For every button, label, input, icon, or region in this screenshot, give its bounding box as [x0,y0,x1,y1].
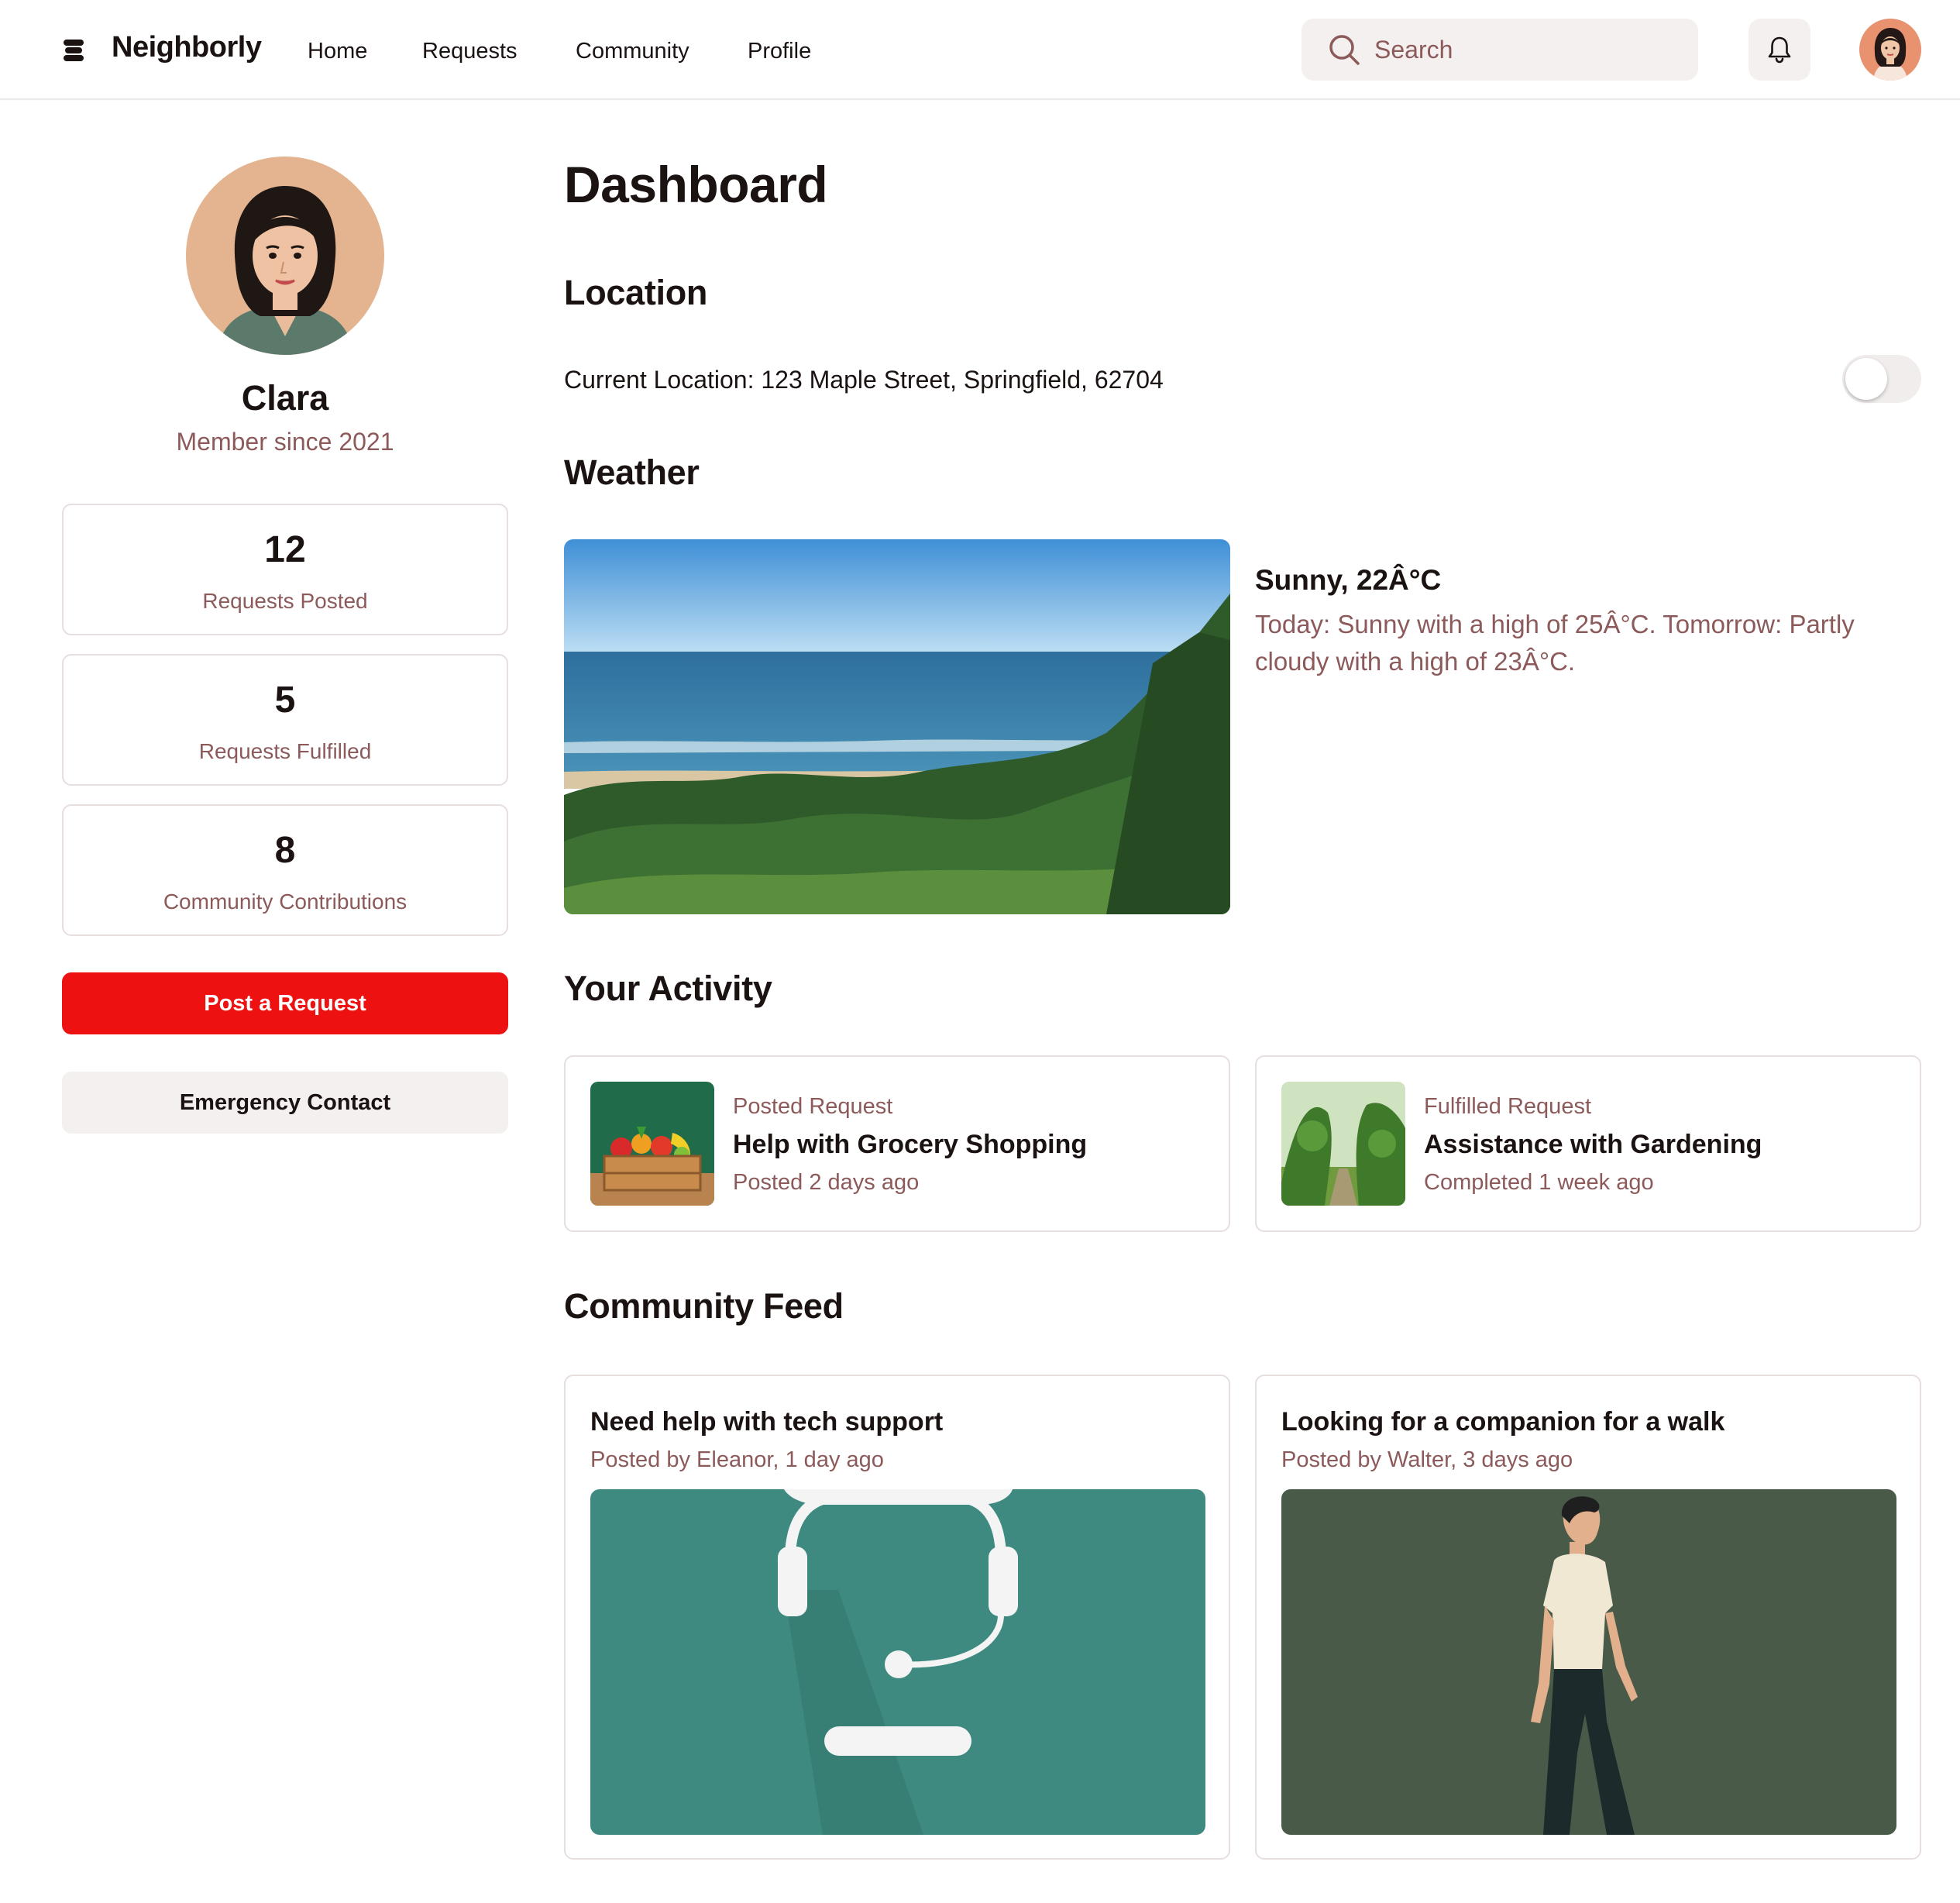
stat-card-requests-posted: 12 Requests Posted [62,504,508,635]
search-bar[interactable] [1302,19,1698,81]
nav-profile[interactable]: Profile [748,39,811,64]
stat-value: 8 [274,830,296,871]
notifications-button[interactable] [1749,19,1810,81]
activity-card-gardening[interactable]: Fulfilled Request Assistance with Garden… [1255,1055,1921,1232]
feed-post-meta: Posted by Eleanor, 1 day ago [590,1447,884,1472]
location-heading: Location [564,273,708,312]
post-request-button[interactable]: Post a Request [62,972,508,1034]
community-feed-heading: Community Feed [564,1286,844,1326]
activity-card-grocery[interactable]: Posted Request Help with Grocery Shoppin… [564,1055,1230,1232]
activity-type: Posted Request [733,1094,893,1119]
stat-label: Community Contributions [163,890,407,914]
weather-summary: Sunny, 22Â°C [1255,564,1442,596]
stat-value: 5 [274,680,296,721]
headset-illustration [590,1489,1205,1835]
stat-value: 12 [264,529,306,570]
weather-heading: Weather [564,453,700,492]
activity-timestamp: Posted 2 days ago [733,1170,920,1195]
weather-forecast: Today: Sunny with a high of 25Â°C. Tomor… [1255,610,1855,676]
nav-home[interactable]: Home [308,39,367,64]
header-avatar[interactable] [1859,19,1921,81]
stat-card-requests-fulfilled: 5 Requests Fulfilled [62,654,508,786]
stat-card-community-contributions: 8 Community Contributions [62,804,508,936]
activity-title: Assistance with Gardening [1424,1130,1762,1159]
weather-image [564,539,1230,914]
profile-name: Clara [241,378,329,418]
brand-name[interactable]: Neighborly [112,31,262,64]
bell-icon [1768,36,1791,64]
feed-card-walk-companion[interactable]: Looking for a companion for a walk Poste… [1255,1375,1921,1860]
page-title: Dashboard [564,156,828,213]
feed-post-title: Need help with tech support [590,1407,944,1437]
profile-avatar[interactable] [186,157,384,355]
stacked-discs-logo-icon[interactable] [62,39,85,62]
grocery-thumbnail [590,1082,714,1206]
feed-post-title: Looking for a companion for a walk [1281,1407,1725,1437]
activity-heading: Your Activity [564,969,772,1008]
activity-type: Fulfilled Request [1424,1094,1591,1119]
toggle-knob [1845,358,1887,400]
search-icon [1329,35,1360,65]
search-input[interactable] [1374,29,1676,70]
activity-title: Help with Grocery Shopping [733,1130,1088,1159]
emergency-contact-button[interactable]: Emergency Contact [62,1072,508,1134]
location-sharing-toggle[interactable] [1842,355,1921,403]
feed-post-meta: Posted by Walter, 3 days ago [1281,1447,1573,1472]
nav-community[interactable]: Community [576,39,689,64]
walking-person-illustration [1281,1489,1896,1835]
stat-label: Requests Fulfilled [198,739,372,763]
nav-requests[interactable]: Requests [422,39,518,64]
top-navigation-bar: Neighborly Home Requests Community Profi… [0,0,1960,100]
member-since: Member since 2021 [176,428,394,456]
garden-thumbnail [1281,1082,1405,1206]
stat-label: Requests Posted [202,589,368,613]
activity-timestamp: Completed 1 week ago [1424,1170,1654,1195]
feed-card-tech-support[interactable]: Need help with tech support Posted by El… [564,1375,1230,1860]
current-location: Current Location: 123 Maple Street, Spri… [564,366,1164,394]
